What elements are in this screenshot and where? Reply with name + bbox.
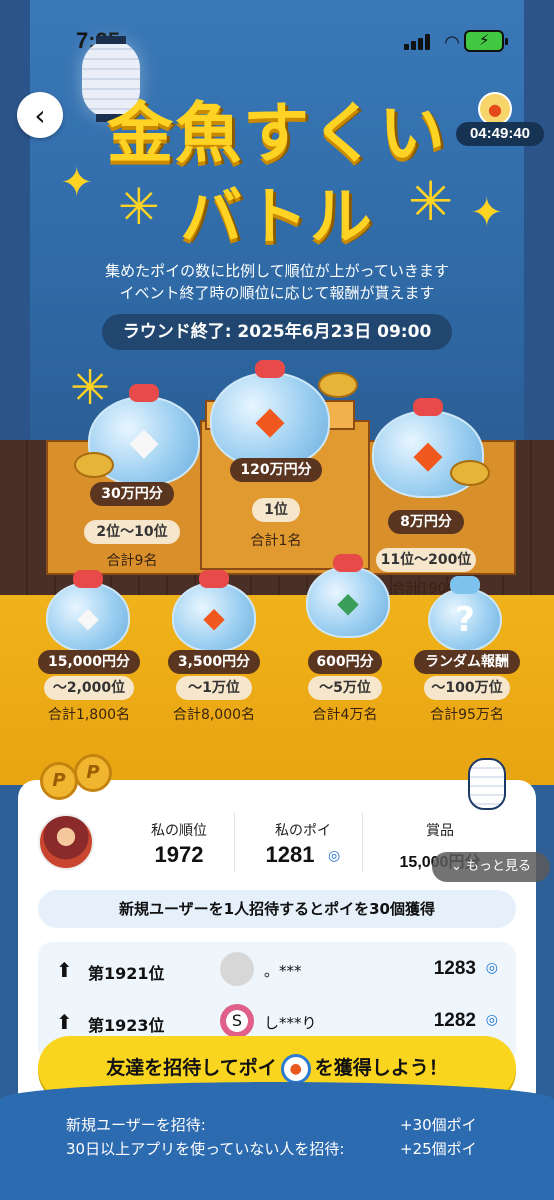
bag-knot (129, 384, 159, 402)
prize-bag-5th: ◆ (172, 570, 256, 652)
event-title-line1: 金魚すくい (107, 95, 447, 172)
bag-knot (450, 576, 480, 594)
poi-net-icon: ◎ (328, 848, 341, 864)
goldfish-icon: ◆ (77, 600, 99, 634)
prize-rank-5th: 〜1万位 (176, 676, 252, 700)
prize-bag-random: ? (428, 576, 502, 652)
chevron-down-icon: ⌄ (450, 859, 466, 874)
prize-total-4th: 合計1,800名 (47, 707, 131, 723)
prize-total-6th: 合計4万名 (312, 707, 378, 723)
prize-amount-4th: 15,000円分 (38, 650, 140, 674)
arrow-up-icon: ⬆ (56, 1010, 73, 1034)
prize-rank-1st: 1位 (252, 498, 300, 522)
poi-net-icon: ◎ (485, 960, 498, 976)
reward-info-label: 30日以上アプリを使っていない人を招待: (66, 1140, 345, 1158)
my-rank-label: 私の順位 (151, 823, 207, 839)
round-end-badge: ラウンド終了: 2025年6月23日 09:00 (102, 314, 452, 350)
prize-total-1st: 合計1名 (250, 533, 302, 549)
description-line2: イベント終了時の順位に応じて報酬が貰えます (119, 284, 435, 302)
user-name: 。*** (264, 962, 302, 980)
ranking-row[interactable]: ⬆ 第1921位 。*** 1283 ◎ (38, 946, 516, 996)
prize-total-2nd: 合計9名 (106, 553, 158, 569)
ranking-position: 第1923位 (88, 1016, 165, 1035)
prize-rank-2nd: 2位〜10位 (84, 520, 180, 544)
prize-amount-3rd: 8万円分 (388, 510, 464, 534)
arrow-up-icon: ⬆ (56, 958, 73, 982)
prize-total-random: 合計95万名 (430, 707, 504, 723)
coin-decoration: PP (40, 754, 120, 804)
prize-bag-6th: ◆ (306, 554, 390, 638)
see-more-button[interactable]: ⌄ もっと見る (432, 852, 550, 882)
prize-amount-random: ランダム報酬 (414, 650, 520, 674)
bag-knot (73, 570, 103, 588)
prize-bag-4th: ◆ (46, 570, 130, 652)
coin-stack-icon (318, 372, 358, 398)
goldfish-icon: ◆ (337, 585, 359, 619)
invite-reward-banner[interactable]: 新規ユーザーを1人招待するとポイを30個獲得 (38, 890, 516, 928)
my-avatar[interactable] (38, 814, 94, 870)
my-poi-label: 私のポイ (275, 823, 331, 839)
user-avatar: S (220, 1004, 254, 1038)
prize-amount-5th: 3,500円分 (168, 650, 260, 674)
my-rank-value: 1972 (154, 842, 204, 867)
goldfish-icon: ◆ (129, 419, 159, 463)
prize-rank-3rd: 11位〜200位 (376, 548, 476, 572)
lantern-decoration (468, 758, 506, 810)
event-title-line2: バトル (180, 180, 374, 253)
my-prize-label: 賞品 (426, 823, 454, 839)
prize-amount-2nd: 30万円分 (90, 482, 174, 506)
user-avatar (220, 952, 254, 986)
coin-stack-icon (74, 452, 114, 478)
reward-info-value: +30個ポイ (400, 1116, 477, 1134)
bag-knot (255, 360, 285, 378)
question-mark-icon: ? (455, 600, 475, 640)
reward-info-value: +25個ポイ (400, 1140, 477, 1158)
prize-rank-random: 〜100万位 (424, 676, 510, 700)
stat-divider (362, 812, 363, 872)
prize-amount-1st: 120万円分 (230, 458, 322, 482)
cta-label-before: 友達を招待してポイ (106, 1057, 277, 1079)
user-points: 1282 (433, 1010, 476, 1031)
goldfish-icon: ◆ (255, 398, 285, 442)
reward-info-label: 新規ユーザーを招待: (66, 1116, 206, 1134)
user-name: し***り (264, 1014, 317, 1032)
stat-divider (234, 812, 235, 872)
ranking-position: 第1921位 (88, 964, 165, 983)
user-points: 1283 (433, 958, 476, 979)
see-more-label: もっと見る (466, 859, 532, 874)
coin-stack-icon (450, 460, 490, 486)
signal-icon (404, 34, 432, 50)
my-poi-value: 1281 (265, 842, 315, 867)
bag-knot (199, 570, 229, 588)
prize-amount-6th: 600円分 (308, 650, 382, 674)
poi-net-icon: ● (280, 1053, 311, 1084)
prize-bag-1st: ◆ (210, 360, 330, 468)
prize-rank-6th: 〜5万位 (308, 676, 382, 700)
bag-knot (333, 554, 363, 572)
wifi-icon: ◠ (444, 32, 460, 53)
bag-knot (413, 398, 443, 416)
poi-net-icon: ◎ (485, 1012, 498, 1028)
goldfish-icon: ◆ (413, 432, 443, 476)
cta-label-after: を獲得しよう！ (314, 1057, 448, 1079)
prize-rank-4th: 〜2,000位 (44, 676, 134, 700)
description-line1: 集めたポイの数に比例して順位が上がっていきます (105, 262, 449, 280)
goldfish-icon: ◆ (203, 600, 225, 634)
prize-total-5th: 合計8,000名 (172, 707, 256, 723)
battery-icon: ⚡ (464, 30, 508, 52)
event-description: 集めたポイの数に比例して順位が上がっていきます イベント終了時の順位に応じて報酬… (0, 260, 554, 304)
